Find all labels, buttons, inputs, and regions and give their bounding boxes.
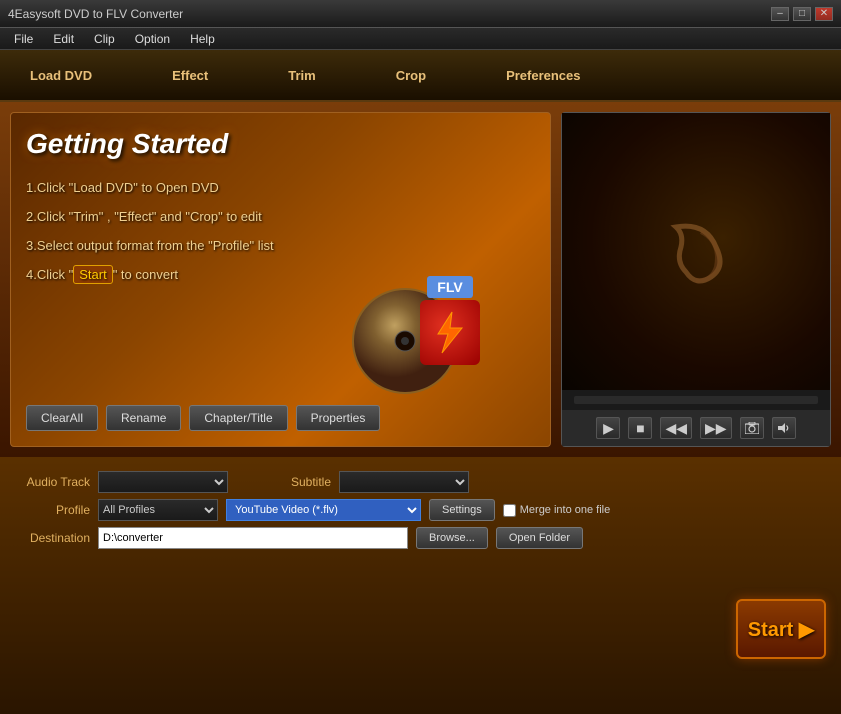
flv-icon: FLV — [410, 276, 490, 366]
seek-area — [562, 390, 830, 410]
maximize-button[interactable]: □ — [793, 7, 811, 21]
left-panel: Getting Started 1.Click "Load DVD" to Op… — [10, 112, 551, 447]
close-button[interactable]: ✕ — [815, 7, 833, 21]
audio-track-label: Audio Track — [15, 475, 90, 489]
step4-start-highlight: Start — [73, 265, 112, 284]
menu-help[interactable]: Help — [180, 30, 225, 48]
app-title: 4Easysoft DVD to FLV Converter — [8, 7, 183, 21]
toolbar-load-dvd[interactable]: Load DVD — [20, 62, 102, 89]
flv-flash-icon — [420, 300, 480, 365]
subtitle-select[interactable] — [339, 471, 469, 493]
screenshot-button[interactable] — [740, 417, 764, 439]
profile-row: Profile All Profiles YouTube Video (*.fl… — [15, 499, 826, 521]
profile-format-select[interactable]: YouTube Video (*.flv) — [226, 499, 421, 521]
subtitle-label: Subtitle — [256, 475, 331, 489]
start-button[interactable]: Start ▶ — [736, 599, 826, 659]
left-panel-buttons: ClearAll Rename Chapter/Title Properties — [26, 405, 380, 431]
toolbar-effect[interactable]: Effect — [162, 62, 218, 89]
rename-button[interactable]: Rename — [106, 405, 181, 431]
volume-button[interactable] — [772, 417, 796, 439]
titlebar: 4Easysoft DVD to FLV Converter – □ ✕ — [0, 0, 841, 28]
clear-all-button[interactable]: ClearAll — [26, 405, 98, 431]
toolbar-trim[interactable]: Trim — [278, 62, 325, 89]
properties-button[interactable]: Properties — [296, 405, 381, 431]
flv-label: FLV — [427, 276, 472, 298]
browse-button[interactable]: Browse... — [416, 527, 488, 549]
stop-button[interactable]: ■ — [628, 417, 652, 439]
toolbar-preferences[interactable]: Preferences — [496, 62, 590, 89]
menubar: File Edit Clip Option Help — [0, 28, 841, 50]
video-logo — [656, 212, 736, 292]
step2: 2.Click "Trim" , "Effect" and "Crop" to … — [26, 209, 535, 224]
menu-edit[interactable]: Edit — [43, 30, 84, 48]
destination-label: Destination — [15, 531, 90, 545]
play-button[interactable]: ▶ — [596, 417, 620, 439]
right-panel: ▶ ■ ◀◀ ▶▶ — [561, 112, 831, 447]
settings-button[interactable]: Settings — [429, 499, 495, 521]
rewind-button[interactable]: ◀◀ — [660, 417, 692, 439]
progress-bar-container[interactable] — [574, 396, 818, 404]
merge-checkbox-container: Merge into one file — [503, 504, 611, 517]
chapter-title-button[interactable]: Chapter/Title — [189, 405, 287, 431]
merge-label: Merge into one file — [520, 504, 611, 516]
window-controls: – □ ✕ — [771, 7, 833, 21]
video-controls: ▶ ■ ◀◀ ▶▶ — [562, 410, 830, 446]
video-preview — [562, 113, 830, 390]
toolbar-crop[interactable]: Crop — [386, 62, 436, 89]
destination-row: Destination Browse... Open Folder — [15, 527, 826, 549]
step3: 3.Select output format from the "Profile… — [26, 238, 535, 253]
bottom-section: Audio Track Subtitle Profile All Profile… — [0, 457, 841, 714]
profile-label: Profile — [15, 503, 90, 517]
open-folder-button[interactable]: Open Folder — [496, 527, 583, 549]
audio-track-select[interactable] — [98, 471, 228, 493]
audio-subtitle-row: Audio Track Subtitle — [15, 471, 826, 493]
getting-started-title: Getting Started — [26, 128, 535, 160]
toolbar: Load DVD Effect Trim Crop Preferences — [0, 50, 841, 102]
merge-checkbox-input[interactable] — [503, 504, 516, 517]
menu-option[interactable]: Option — [125, 30, 180, 48]
step1: 1.Click "Load DVD" to Open DVD — [26, 180, 535, 195]
menu-file[interactable]: File — [4, 30, 43, 48]
menu-clip[interactable]: Clip — [84, 30, 125, 48]
minimize-button[interactable]: – — [771, 7, 789, 21]
profile-category-select[interactable]: All Profiles — [98, 499, 218, 521]
forward-button[interactable]: ▶▶ — [700, 417, 732, 439]
main-area: Getting Started 1.Click "Load DVD" to Op… — [0, 102, 841, 457]
destination-input[interactable] — [98, 527, 408, 549]
